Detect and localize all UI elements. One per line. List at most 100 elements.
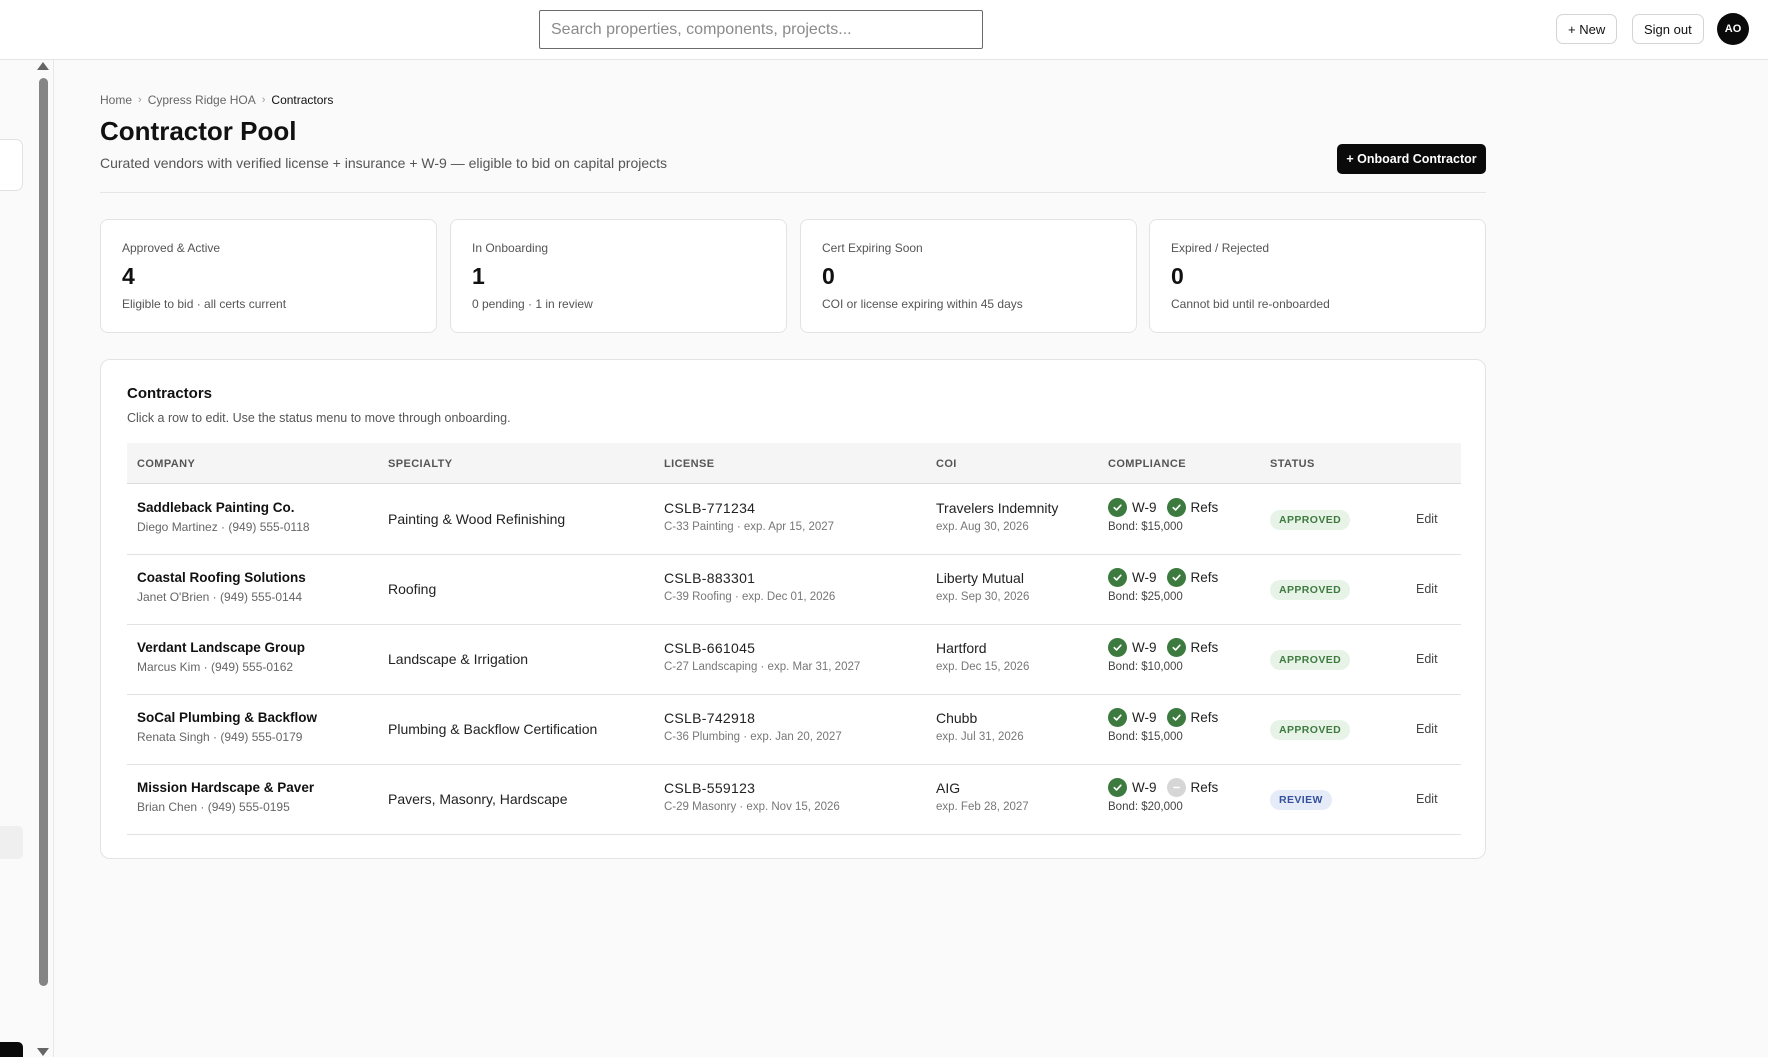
w9-label: W-9 [1132, 779, 1157, 795]
column-header-compliance: COMPLIANCE [1108, 458, 1186, 470]
stat-value: 0 [822, 263, 835, 289]
w9-status: W-9 [1108, 567, 1157, 587]
license-detail: C-36 Plumbing · exp. Jan 20, 2027 [664, 731, 842, 743]
license-cell: CSLB-742918 C-36 Plumbing · exp. Jan 20,… [664, 710, 842, 743]
breadcrumb-home[interactable]: Home [100, 93, 132, 107]
refs-label: Refs [1190, 499, 1219, 515]
check-circle-icon [1108, 497, 1127, 517]
company-name: Verdant Landscape Group [137, 640, 306, 655]
status-cell[interactable]: APPROVED [1270, 580, 1351, 600]
w9-status: W-9 [1108, 777, 1157, 797]
scroll-down-arrow-icon[interactable] [37, 1048, 49, 1056]
refs-label: Refs [1190, 639, 1219, 655]
stat-card-onboarding: In Onboarding 1 0 pending · 1 in review [450, 219, 787, 333]
status-badge[interactable]: APPROVED [1270, 720, 1351, 740]
scroll-up-arrow-icon[interactable] [37, 62, 49, 70]
license-number: CSLB-742918 [664, 710, 756, 726]
column-header-coi: COI [936, 458, 957, 470]
refs-label: Refs [1190, 709, 1219, 725]
compliance-cell: W-9 Refs Bond: $15,000 [1108, 707, 1228, 743]
status-badge[interactable]: APPROVED [1270, 650, 1351, 670]
company-contact: Diego Martinez · (949) 555-0118 [137, 520, 310, 534]
coi-insurer: Travelers Indemnity [936, 500, 1059, 516]
w9-label: W-9 [1132, 639, 1157, 655]
company-cell: Verdant Landscape Group Marcus Kim · (94… [137, 640, 305, 674]
company-contact: Janet O'Brien · (949) 555-0144 [137, 590, 303, 604]
edit-link[interactable]: Edit [1416, 792, 1438, 806]
top-bar: + New Sign out AO [0, 0, 1768, 60]
refs-status: Refs [1166, 497, 1219, 517]
table-header: COMPANY SPECIALTY LICENSE COI COMPLIANCE… [127, 443, 1461, 484]
coi-expiration: exp. Feb 28, 2027 [936, 801, 1029, 813]
coi-insurer: Chubb [936, 710, 978, 726]
check-circle-icon [1108, 637, 1127, 657]
stat-label: Approved & Active [122, 241, 221, 255]
status-badge[interactable]: REVIEW [1270, 790, 1332, 810]
table-row[interactable]: Saddleback Painting Co. Diego Martinez ·… [127, 485, 1461, 555]
edit-link[interactable]: Edit [1416, 652, 1438, 666]
refs-status: Refs [1166, 707, 1219, 727]
table-row[interactable]: Verdant Landscape Group Marcus Kim · (94… [127, 625, 1461, 695]
check-circle-icon [1108, 567, 1127, 587]
column-header-specialty: SPECIALTY [388, 458, 453, 470]
coi-cell: Chubb exp. Jul 31, 2026 [936, 710, 1024, 743]
avatar[interactable]: AO [1717, 13, 1749, 45]
check-circle-icon [1166, 497, 1186, 517]
license-number: CSLB-559123 [664, 780, 756, 796]
stat-value: 1 [472, 263, 485, 289]
search-input[interactable] [539, 10, 983, 49]
column-header-license: LICENSE [664, 458, 715, 470]
bond-amount: Bond: $20,000 [1108, 801, 1183, 813]
edit-link[interactable]: Edit [1416, 722, 1438, 736]
status-cell[interactable]: APPROVED [1270, 650, 1351, 670]
table-row[interactable]: Coastal Roofing Solutions Janet O'Brien … [127, 555, 1461, 625]
license-cell: CSLB-661045 C-27 Landscaping · exp. Mar … [664, 640, 860, 673]
coi-cell: Liberty Mutual exp. Sep 30, 2026 [936, 570, 1029, 603]
onboard-contractor-button[interactable]: + Onboard Contractor [1337, 144, 1486, 174]
table-title: Contractors [127, 385, 213, 402]
status-badge[interactable]: APPROVED [1270, 580, 1351, 600]
check-circle-icon [1108, 707, 1127, 727]
license-detail: C-27 Landscaping · exp. Mar 31, 2027 [664, 661, 861, 673]
w9-status: W-9 [1108, 707, 1157, 727]
breadcrumb-hoa[interactable]: Cypress Ridge HOA [148, 93, 256, 107]
status-cell[interactable]: REVIEW [1270, 790, 1332, 810]
stat-description: COI or license expiring within 45 days [822, 297, 1023, 311]
status-badge[interactable]: APPROVED [1270, 510, 1351, 530]
check-circle-icon [1166, 567, 1186, 587]
coi-expiration: exp. Jul 31, 2026 [936, 731, 1024, 743]
sidebar-primary-button[interactable] [0, 1042, 23, 1057]
company-name: Saddleback Painting Co. [137, 500, 295, 515]
header-divider [100, 192, 1486, 193]
stat-card-expiring: Cert Expiring Soon 0 COI or license expi… [800, 219, 1137, 333]
status-cell[interactable]: APPROVED [1270, 720, 1351, 740]
edit-link[interactable]: Edit [1416, 582, 1438, 596]
check-circle-icon [1166, 637, 1186, 657]
status-cell[interactable]: APPROVED [1270, 510, 1351, 530]
company-cell: Coastal Roofing Solutions Janet O'Brien … [137, 570, 306, 604]
sign-out-button[interactable]: Sign out [1632, 14, 1704, 44]
stat-card-expired: Expired / Rejected 0 Cannot bid until re… [1149, 219, 1486, 333]
compliance-cell: W-9 Refs Bond: $15,000 [1108, 497, 1228, 533]
bond-amount: Bond: $15,000 [1108, 731, 1183, 743]
coi-insurer: Hartford [936, 640, 987, 656]
w9-label: W-9 [1132, 499, 1157, 515]
coi-expiration: exp. Dec 15, 2026 [936, 661, 1030, 673]
refs-label: Refs [1190, 779, 1219, 795]
column-header-status: STATUS [1270, 458, 1315, 470]
breadcrumb: Home › Cypress Ridge HOA › Contractors [100, 93, 333, 107]
new-button[interactable]: + New [1556, 14, 1618, 44]
scrollbar-thumb[interactable] [39, 78, 48, 986]
table-row[interactable]: SoCal Plumbing & Backflow Renata Singh ·… [127, 695, 1461, 765]
company-contact: Marcus Kim · (949) 555-0162 [137, 660, 294, 674]
specialty-cell: Pavers, Masonry, Hardscape [388, 791, 568, 807]
stat-description: Eligible to bid · all certs current [122, 297, 287, 311]
stat-value: 4 [122, 263, 135, 289]
table-row[interactable]: Mission Hardscape & Paver Brian Chen · (… [127, 765, 1461, 835]
sidebar-card[interactable] [0, 139, 23, 191]
breadcrumb-current: Contractors [271, 93, 334, 107]
license-number: CSLB-883301 [664, 570, 756, 586]
bond-amount: Bond: $25,000 [1108, 591, 1183, 603]
edit-link[interactable]: Edit [1416, 512, 1438, 526]
sidebar-item[interactable] [0, 826, 23, 859]
